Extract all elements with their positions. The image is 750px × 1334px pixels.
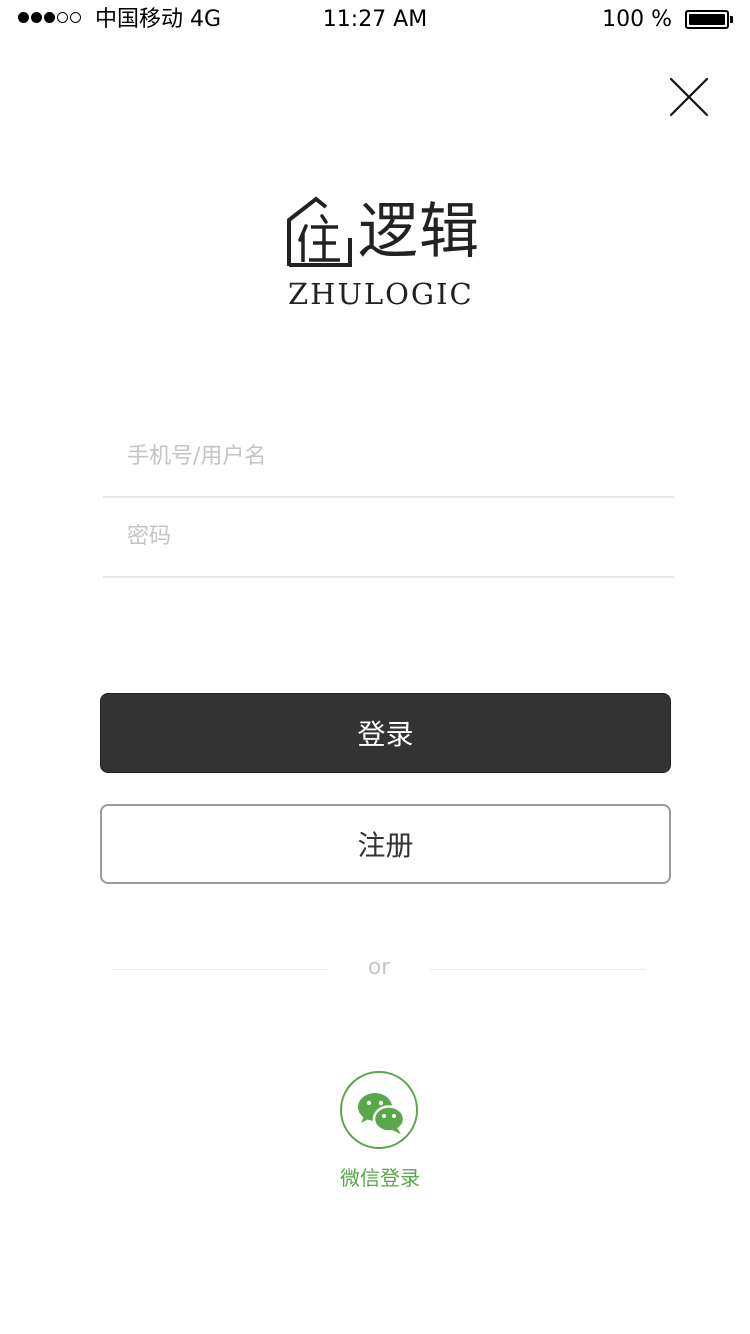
wechat-login-label: 微信登录 xyxy=(340,1166,420,1190)
divider-line-right xyxy=(430,969,646,970)
logo-english-text: ZHULOGIC xyxy=(288,277,474,311)
house-logo-icon xyxy=(287,196,352,267)
wechat-login-button[interactable] xyxy=(340,1071,418,1149)
login-button[interactable]: 登录 xyxy=(100,693,671,773)
username-field[interactable] xyxy=(103,420,674,498)
battery-icon xyxy=(685,10,733,29)
app-logo: 逻辑 ZHULOGIC xyxy=(286,196,486,316)
wechat-icon xyxy=(358,1093,405,1134)
password-input[interactable] xyxy=(127,516,647,556)
close-icon xyxy=(669,77,709,117)
close-button[interactable] xyxy=(665,73,713,121)
divider-or-text: or xyxy=(367,955,391,980)
status-bar: 中国移动 4G 11:27 AM 100 % xyxy=(0,0,750,40)
logo-chinese-text: 逻辑 xyxy=(358,197,480,267)
username-input[interactable] xyxy=(127,436,647,476)
battery-percentage: 100 % xyxy=(602,7,672,32)
register-button[interactable]: 注册 xyxy=(100,804,671,884)
password-field[interactable] xyxy=(103,500,674,578)
